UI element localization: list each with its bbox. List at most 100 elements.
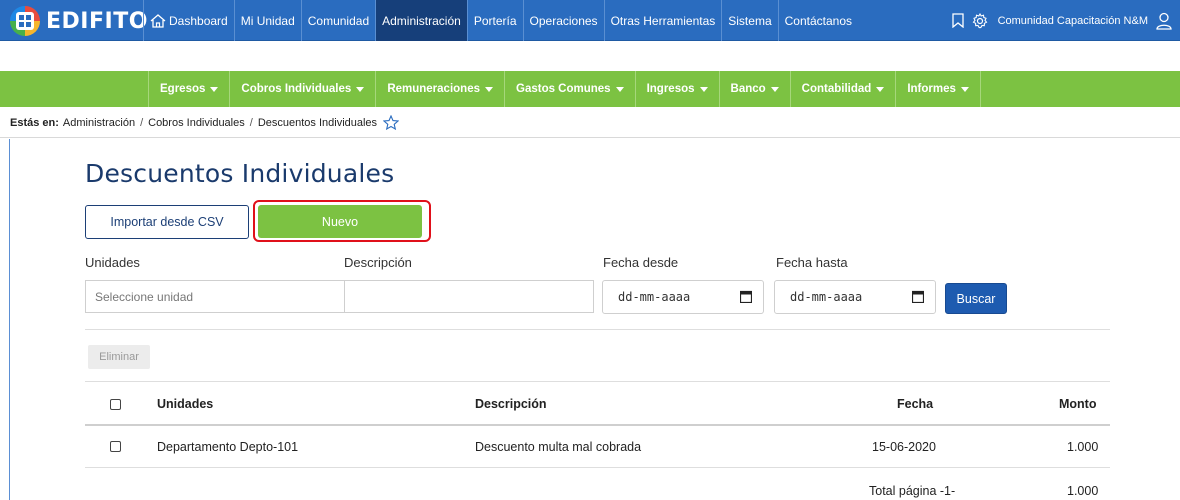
- divider: [85, 424, 1110, 426]
- divider: [85, 467, 1110, 468]
- sub-nav: Egresos Cobros Individuales Remuneracion…: [148, 71, 981, 107]
- caret-down-icon: [210, 86, 219, 92]
- caret-down-icon: [615, 86, 624, 92]
- caret-down-icon: [960, 86, 969, 92]
- nav-item-comunidad[interactable]: Comunidad: [300, 0, 375, 41]
- nav-label: Mi Unidad: [240, 13, 295, 28]
- nav-label: Comunidad: [307, 13, 370, 28]
- date-to-label: Fecha hasta: [776, 255, 848, 270]
- units-select[interactable]: Seleccione unidad: [85, 280, 345, 313]
- home-icon: [150, 13, 166, 28]
- subnav-label: Banco: [730, 83, 766, 95]
- nav-label: Otras Herramientas: [610, 13, 716, 28]
- total-amount: 1.000: [1067, 484, 1099, 498]
- cell-amount: 1.000: [1067, 440, 1099, 454]
- date-to-input[interactable]: dd-mm-aaaa: [774, 280, 936, 314]
- main-content: Descuentos Individuales Importar desde C…: [0, 139, 1180, 500]
- breadcrumb-separator: /: [249, 116, 253, 129]
- date-from-label: Fecha desde: [603, 255, 679, 270]
- cell-units: Departamento Depto-101: [157, 440, 299, 454]
- subnav-cobros-individuales[interactable]: Cobros Individuales: [229, 71, 375, 107]
- caret-down-icon: [356, 86, 365, 92]
- import-csv-button[interactable]: Importar desde CSV: [85, 205, 249, 239]
- nav-item-dashboard[interactable]: Dashboard: [143, 0, 234, 41]
- nav-label: Sistema: [728, 13, 772, 28]
- subnav-label: Gastos Comunes: [516, 83, 611, 95]
- subnav-label: Remuneraciones: [387, 83, 480, 95]
- units-placeholder: Seleccione unidad: [95, 289, 194, 304]
- subnav-label: Egresos: [160, 83, 206, 95]
- user-icon[interactable]: [1156, 12, 1172, 30]
- date-from-input[interactable]: dd-mm-aaaa: [602, 280, 764, 314]
- subnav-informes[interactable]: Informes: [895, 71, 981, 107]
- subnav-label: Informes: [907, 83, 956, 95]
- column-header-date[interactable]: Fecha: [897, 397, 933, 411]
- delete-button[interactable]: Eliminar: [88, 345, 150, 369]
- divider: [85, 381, 1110, 382]
- column-header-amount[interactable]: Monto: [1059, 397, 1096, 411]
- logo[interactable]: EDIFITO: [10, 5, 148, 37]
- logo-text: EDIFITO: [46, 8, 148, 34]
- date-to-value: dd-mm-aaaa: [790, 290, 863, 304]
- caret-down-icon: [699, 86, 708, 92]
- star-icon[interactable]: [383, 115, 400, 130]
- nav-label: Operaciones: [529, 13, 598, 28]
- search-button[interactable]: Buscar: [945, 283, 1007, 314]
- top-navbar: EDIFITO Dashboard Mi Unidad Comunidad Ad…: [0, 0, 1180, 41]
- breadcrumb-prefix: Estás en:: [10, 116, 59, 129]
- new-button[interactable]: Nuevo: [258, 205, 422, 238]
- nav-item-porteria[interactable]: Portería: [466, 0, 523, 41]
- top-nav: Dashboard Mi Unidad Comunidad Administra…: [143, 0, 858, 41]
- subnav-contabilidad[interactable]: Contabilidad: [789, 71, 896, 107]
- caret-down-icon: [770, 86, 779, 92]
- nav-item-contactanos[interactable]: Contáctanos: [777, 0, 858, 41]
- gear-icon[interactable]: [972, 12, 988, 29]
- subnav-label: Ingresos: [646, 83, 695, 95]
- left-border: [9, 139, 10, 500]
- nav-label: Portería: [473, 13, 517, 28]
- description-input[interactable]: [344, 280, 594, 313]
- subnav-remuneraciones[interactable]: Remuneraciones: [375, 71, 504, 107]
- caret-down-icon: [485, 86, 493, 92]
- subnav-banco[interactable]: Banco: [718, 71, 790, 107]
- nav-item-operaciones[interactable]: Operaciones: [522, 0, 604, 41]
- description-label: Descripción: [344, 255, 412, 270]
- subnav-gastos-comunes[interactable]: Gastos Comunes: [504, 71, 635, 107]
- divider: [85, 329, 1110, 330]
- nav-label: Administración: [382, 13, 461, 28]
- nav-item-mi-unidad[interactable]: Mi Unidad: [233, 0, 301, 41]
- column-header-units[interactable]: Unidades: [157, 397, 213, 411]
- breadcrumb-item-current: Descuentos Individuales: [257, 116, 378, 129]
- cell-date: 15-06-2020: [872, 440, 936, 454]
- nav-item-administracion[interactable]: Administración: [375, 0, 467, 41]
- nav-label: Dashboard: [169, 13, 228, 28]
- units-label: Unidades: [85, 255, 140, 270]
- select-all-checkbox[interactable]: [110, 399, 121, 410]
- user-name[interactable]: Comunidad Capacitación N&M: [998, 15, 1148, 27]
- breadcrumb-item-cobros-individuales[interactable]: Cobros Individuales: [148, 117, 245, 129]
- column-header-description[interactable]: Descripción: [475, 397, 547, 411]
- subnav-ingresos[interactable]: Ingresos: [634, 71, 719, 107]
- calendar-icon[interactable]: [911, 290, 925, 306]
- top-right-actions: Comunidad Capacitación N&M: [944, 0, 1172, 41]
- subnav-label: Cobros Individuales: [241, 83, 352, 95]
- breadcrumb-separator: /: [140, 116, 144, 129]
- breadcrumb-item-administracion[interactable]: Administración: [63, 117, 135, 129]
- sub-navbar: Egresos Cobros Individuales Remuneracion…: [0, 71, 1180, 107]
- page-title: Descuentos Individuales: [85, 159, 395, 188]
- row-checkbox[interactable]: [110, 441, 121, 452]
- bookmark-icon[interactable]: [951, 13, 964, 28]
- date-from-value: dd-mm-aaaa: [618, 290, 691, 304]
- breadcrumb: Estás en: Administración / Cobros Indivi…: [0, 108, 1180, 138]
- total-label: Total página -1-: [869, 484, 956, 498]
- header-spacer: [0, 41, 1180, 71]
- subnav-label: Contabilidad: [801, 83, 872, 95]
- cell-description: Descuento multa mal cobrada: [475, 440, 642, 454]
- calendar-icon[interactable]: [739, 290, 753, 306]
- caret-down-icon: [876, 86, 885, 92]
- nav-item-otras-herramientas[interactable]: Otras Herramientas: [603, 0, 722, 41]
- logo-icon: [10, 6, 40, 36]
- subnav-egresos[interactable]: Egresos: [148, 71, 229, 107]
- nav-item-sistema[interactable]: Sistema: [721, 0, 777, 41]
- nav-label: Contáctanos: [784, 13, 853, 28]
